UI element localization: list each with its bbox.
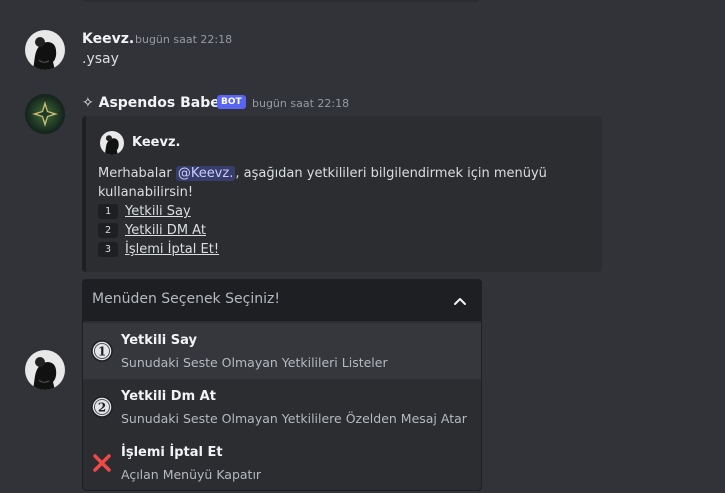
embed-author-name[interactable]: Keevz. [132, 135, 180, 150]
message-timestamp: bugün saat 22:18 [135, 33, 233, 46]
embed-link[interactable]: İşlemi İptal Et! [125, 242, 219, 257]
select-placeholder: Menüden Seçenek Seçiniz! [92, 291, 280, 307]
select-option-yetkili-say[interactable]: 1 Yetkili Say Sunudaki Seste Olmayan Yet… [83, 323, 481, 379]
embed-list: 1 Yetkili Say 2 Yetkili DM At 3 İşlemi İ… [98, 202, 219, 259]
bot-username[interactable]: ✧ Aspendos Babes [82, 95, 228, 111]
user-avatar-image [25, 350, 65, 390]
cross-mark-icon [93, 454, 111, 472]
digit-two-icon: 2 [91, 396, 113, 418]
list-number: 1 [98, 204, 118, 219]
digit-one-icon: 1 [91, 340, 113, 362]
user-avatar[interactable] [25, 350, 65, 390]
option-description: Sunudaki Seste Olmayan Yetkililere Özeld… [121, 411, 467, 426]
bot-badge: BOT [217, 95, 246, 109]
list-number: 2 [98, 223, 118, 238]
option-label: Yetkili Dm At [121, 389, 216, 404]
list-number: 3 [98, 242, 118, 257]
embed-description: Merhabalar @Keevz., aşağıdan yetkilileri… [98, 164, 588, 202]
bot-avatar-image [25, 94, 65, 134]
option-label: İşlemi İptal Et [121, 445, 223, 460]
chevron-up-icon [454, 298, 466, 305]
message-content: .ysay [82, 51, 119, 67]
message-author[interactable]: Keevz. [82, 31, 134, 47]
embed-author-avatar [100, 131, 124, 155]
select-option-islemi-iptal-et[interactable]: İşlemi İptal Et Açılan Menüyü Kapatır [83, 435, 481, 491]
select-option-yetkili-dm-at[interactable]: 2 Yetkili Dm At Sunudaki Seste Olmayan Y… [83, 379, 481, 435]
svg-text:1: 1 [98, 345, 106, 359]
bot-message-timestamp: bugün saat 22:18 [252, 97, 350, 110]
select-menu-dropdown: 1 Yetkili Say Sunudaki Seste Olmayan Yet… [82, 321, 482, 491]
embed-desc-prefix: Merhabalar [98, 166, 176, 181]
bot-embed: Keevz. Merhabalar @Keevz., aşağıdan yetk… [82, 116, 602, 272]
bot-avatar[interactable] [25, 94, 65, 134]
user-avatar-image [25, 30, 65, 70]
list-item: 3 İşlemi İptal Et! [98, 240, 219, 259]
previous-message-fragment [82, 0, 480, 2]
user-mention[interactable]: @Keevz. [175, 166, 236, 181]
embed-link[interactable]: Yetkili Say [125, 204, 191, 219]
select-menu-trigger[interactable]: Menüden Seçenek Seçiniz! [82, 279, 482, 321]
user-avatar[interactable] [25, 30, 65, 70]
embed-link[interactable]: Yetkili DM At [125, 223, 206, 238]
option-label: Yetkili Say [121, 333, 198, 348]
svg-text:2: 2 [98, 401, 106, 415]
list-item: 2 Yetkili DM At [98, 221, 219, 240]
option-description: Sunudaki Seste Olmayan Yetkilileri Liste… [121, 355, 388, 370]
list-item: 1 Yetkili Say [98, 202, 219, 221]
option-description: Açılan Menüyü Kapatır [121, 467, 262, 482]
